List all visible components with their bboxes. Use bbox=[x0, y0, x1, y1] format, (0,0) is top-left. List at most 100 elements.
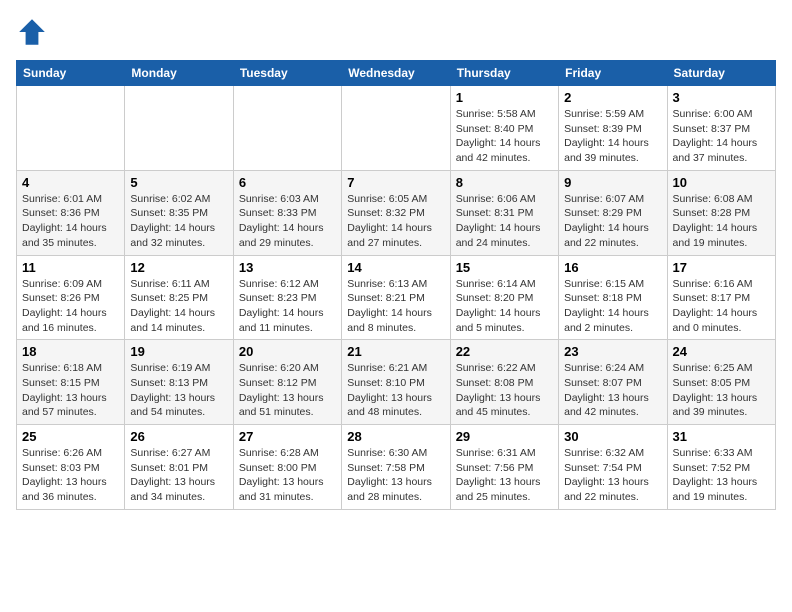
day-info: Sunrise: 6:09 AMSunset: 8:26 PMDaylight:… bbox=[22, 277, 119, 336]
day-number: 4 bbox=[22, 175, 119, 190]
day-info: Sunrise: 5:58 AMSunset: 8:40 PMDaylight:… bbox=[456, 107, 553, 166]
day-info: Sunrise: 6:16 AMSunset: 8:17 PMDaylight:… bbox=[673, 277, 770, 336]
day-number: 25 bbox=[22, 429, 119, 444]
day-number: 13 bbox=[239, 260, 336, 275]
calendar-cell: 22 Sunrise: 6:22 AMSunset: 8:08 PMDayligh… bbox=[450, 340, 558, 425]
day-info: Sunrise: 6:05 AMSunset: 8:32 PMDaylight:… bbox=[347, 192, 444, 251]
day-number: 31 bbox=[673, 429, 770, 444]
day-number: 17 bbox=[673, 260, 770, 275]
day-info: Sunrise: 6:13 AMSunset: 8:21 PMDaylight:… bbox=[347, 277, 444, 336]
calendar-cell: 20 Sunrise: 6:20 AMSunset: 8:12 PMDayligh… bbox=[233, 340, 341, 425]
calendar-cell: 7 Sunrise: 6:05 AMSunset: 8:32 PMDaylight… bbox=[342, 170, 450, 255]
calendar-cell: 8 Sunrise: 6:06 AMSunset: 8:31 PMDaylight… bbox=[450, 170, 558, 255]
calendar-cell: 31 Sunrise: 6:33 AMSunset: 7:52 PMDayligh… bbox=[667, 425, 775, 510]
day-info: Sunrise: 6:24 AMSunset: 8:07 PMDaylight:… bbox=[564, 361, 661, 420]
day-number: 5 bbox=[130, 175, 227, 190]
day-info: Sunrise: 6:02 AMSunset: 8:35 PMDaylight:… bbox=[130, 192, 227, 251]
day-number: 28 bbox=[347, 429, 444, 444]
calendar-cell: 11 Sunrise: 6:09 AMSunset: 8:26 PMDayligh… bbox=[17, 255, 125, 340]
day-info: Sunrise: 5:59 AMSunset: 8:39 PMDaylight:… bbox=[564, 107, 661, 166]
day-number: 23 bbox=[564, 344, 661, 359]
logo-icon bbox=[16, 16, 48, 48]
day-number: 18 bbox=[22, 344, 119, 359]
calendar-cell: 14Sunrise: 6:13 AMSunset: 8:21 PMDayligh… bbox=[342, 255, 450, 340]
day-number: 26 bbox=[130, 429, 227, 444]
logo bbox=[16, 16, 52, 48]
day-number: 29 bbox=[456, 429, 553, 444]
day-info: Sunrise: 6:25 AMSunset: 8:05 PMDaylight:… bbox=[673, 361, 770, 420]
day-info: Sunrise: 6:32 AMSunset: 7:54 PMDaylight:… bbox=[564, 446, 661, 505]
calendar-cell: 9Sunrise: 6:07 AMSunset: 8:29 PMDaylight… bbox=[559, 170, 667, 255]
day-info: Sunrise: 6:03 AMSunset: 8:33 PMDaylight:… bbox=[239, 192, 336, 251]
calendar-cell: 19 Sunrise: 6:19 AMSunset: 8:13 PMDayligh… bbox=[125, 340, 233, 425]
day-number: 21 bbox=[347, 344, 444, 359]
day-info: Sunrise: 6:06 AMSunset: 8:31 PMDaylight:… bbox=[456, 192, 553, 251]
calendar-week-1: 1 Sunrise: 5:58 AMSunset: 8:40 PMDaylight… bbox=[17, 86, 776, 171]
day-info: Sunrise: 6:27 AMSunset: 8:01 PMDaylight:… bbox=[130, 446, 227, 505]
weekday-header-tuesday: Tuesday bbox=[233, 61, 341, 86]
day-number: 30 bbox=[564, 429, 661, 444]
calendar-cell: 16 Sunrise: 6:15 AMSunset: 8:18 PMDayligh… bbox=[559, 255, 667, 340]
weekday-header-sunday: Sunday bbox=[17, 61, 125, 86]
day-number: 6 bbox=[239, 175, 336, 190]
day-info: Sunrise: 6:11 AMSunset: 8:25 PMDaylight:… bbox=[130, 277, 227, 336]
day-number: 24 bbox=[673, 344, 770, 359]
calendar-cell: 15Sunrise: 6:14 AMSunset: 8:20 PMDayligh… bbox=[450, 255, 558, 340]
calendar-cell: 3Sunrise: 6:00 AMSunset: 8:37 PMDaylight… bbox=[667, 86, 775, 171]
day-number: 9 bbox=[564, 175, 661, 190]
weekday-header-friday: Friday bbox=[559, 61, 667, 86]
day-info: Sunrise: 6:01 AMSunset: 8:36 PMDaylight:… bbox=[22, 192, 119, 251]
day-number: 27 bbox=[239, 429, 336, 444]
calendar-cell: 18 Sunrise: 6:18 AMSunset: 8:15 PMDayligh… bbox=[17, 340, 125, 425]
day-info: Sunrise: 6:19 AMSunset: 8:13 PMDaylight:… bbox=[130, 361, 227, 420]
day-number: 7 bbox=[347, 175, 444, 190]
calendar-cell bbox=[125, 86, 233, 171]
calendar-table: SundayMondayTuesdayWednesdayThursdayFrid… bbox=[16, 60, 776, 510]
calendar-cell: 17 Sunrise: 6:16 AMSunset: 8:17 PMDayligh… bbox=[667, 255, 775, 340]
weekday-header-saturday: Saturday bbox=[667, 61, 775, 86]
day-info: Sunrise: 6:14 AMSunset: 8:20 PMDaylight:… bbox=[456, 277, 553, 336]
day-number: 20 bbox=[239, 344, 336, 359]
calendar-cell: 1 Sunrise: 5:58 AMSunset: 8:40 PMDaylight… bbox=[450, 86, 558, 171]
weekday-header-thursday: Thursday bbox=[450, 61, 558, 86]
day-number: 8 bbox=[456, 175, 553, 190]
calendar-week-2: 4 Sunrise: 6:01 AMSunset: 8:36 PMDaylight… bbox=[17, 170, 776, 255]
calendar-week-3: 11 Sunrise: 6:09 AMSunset: 8:26 PMDayligh… bbox=[17, 255, 776, 340]
day-number: 22 bbox=[456, 344, 553, 359]
day-number: 1 bbox=[456, 90, 553, 105]
calendar-cell: 4 Sunrise: 6:01 AMSunset: 8:36 PMDaylight… bbox=[17, 170, 125, 255]
calendar-cell: 23 Sunrise: 6:24 AMSunset: 8:07 PMDayligh… bbox=[559, 340, 667, 425]
calendar-cell bbox=[342, 86, 450, 171]
day-number: 2 bbox=[564, 90, 661, 105]
calendar-cell: 25 Sunrise: 6:26 AMSunset: 8:03 PMDayligh… bbox=[17, 425, 125, 510]
calendar-cell bbox=[17, 86, 125, 171]
calendar-cell: 12Sunrise: 6:11 AMSunset: 8:25 PMDayligh… bbox=[125, 255, 233, 340]
calendar-cell: 21Sunrise: 6:21 AMSunset: 8:10 PMDayligh… bbox=[342, 340, 450, 425]
calendar-cell: 5 Sunrise: 6:02 AMSunset: 8:35 PMDaylight… bbox=[125, 170, 233, 255]
calendar-cell: 28Sunrise: 6:30 AMSunset: 7:58 PMDayligh… bbox=[342, 425, 450, 510]
calendar-cell: 10Sunrise: 6:08 AMSunset: 8:28 PMDayligh… bbox=[667, 170, 775, 255]
calendar-cell: 24 Sunrise: 6:25 AMSunset: 8:05 PMDayligh… bbox=[667, 340, 775, 425]
day-number: 16 bbox=[564, 260, 661, 275]
calendar-cell: 26 Sunrise: 6:27 AMSunset: 8:01 PMDayligh… bbox=[125, 425, 233, 510]
calendar-cell: 2 Sunrise: 5:59 AMSunset: 8:39 PMDaylight… bbox=[559, 86, 667, 171]
day-info: Sunrise: 6:26 AMSunset: 8:03 PMDaylight:… bbox=[22, 446, 119, 505]
calendar-cell: 29 Sunrise: 6:31 AMSunset: 7:56 PMDayligh… bbox=[450, 425, 558, 510]
day-number: 19 bbox=[130, 344, 227, 359]
day-info: Sunrise: 6:12 AMSunset: 8:23 PMDaylight:… bbox=[239, 277, 336, 336]
day-info: Sunrise: 6:31 AMSunset: 7:56 PMDaylight:… bbox=[456, 446, 553, 505]
calendar-cell: 6 Sunrise: 6:03 AMSunset: 8:33 PMDaylight… bbox=[233, 170, 341, 255]
weekday-header-row: SundayMondayTuesdayWednesdayThursdayFrid… bbox=[17, 61, 776, 86]
calendar-cell bbox=[233, 86, 341, 171]
day-info: Sunrise: 6:33 AMSunset: 7:52 PMDaylight:… bbox=[673, 446, 770, 505]
day-number: 3 bbox=[673, 90, 770, 105]
day-number: 11 bbox=[22, 260, 119, 275]
calendar-week-5: 25 Sunrise: 6:26 AMSunset: 8:03 PMDayligh… bbox=[17, 425, 776, 510]
day-info: Sunrise: 6:22 AMSunset: 8:08 PMDaylight:… bbox=[456, 361, 553, 420]
day-info: Sunrise: 6:15 AMSunset: 8:18 PMDaylight:… bbox=[564, 277, 661, 336]
calendar-cell: 13 Sunrise: 6:12 AMSunset: 8:23 PMDayligh… bbox=[233, 255, 341, 340]
weekday-header-wednesday: Wednesday bbox=[342, 61, 450, 86]
day-info: Sunrise: 6:20 AMSunset: 8:12 PMDaylight:… bbox=[239, 361, 336, 420]
day-number: 10 bbox=[673, 175, 770, 190]
day-info: Sunrise: 6:18 AMSunset: 8:15 PMDaylight:… bbox=[22, 361, 119, 420]
